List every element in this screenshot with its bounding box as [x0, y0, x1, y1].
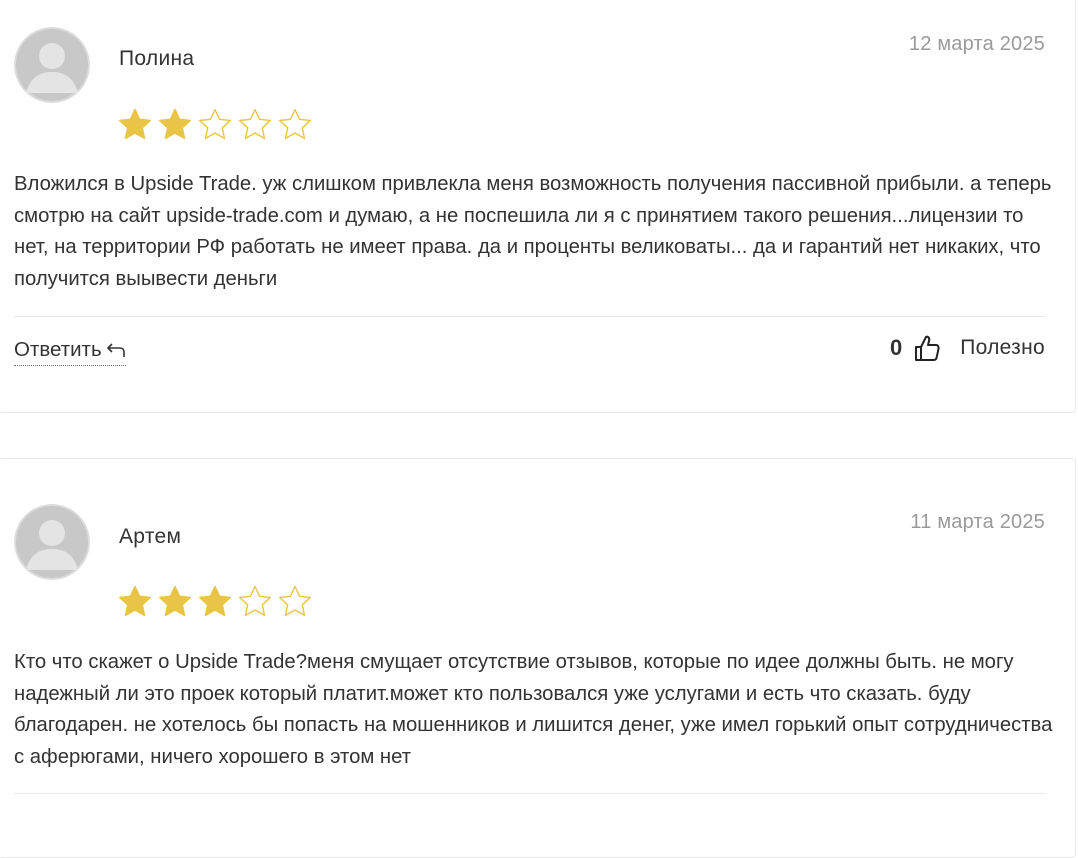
- review-text: Вложился в Upside Trade. уж слишком прив…: [14, 173, 1052, 290]
- star-filled-icon: [158, 108, 192, 140]
- star-empty-icon: [239, 108, 271, 140]
- review-card: Артем 11 марта 2025 Кто что скажет о Ups…: [0, 458, 1076, 858]
- avatar: [14, 27, 90, 103]
- star-filled-icon: [158, 585, 192, 617]
- divider: [14, 316, 1046, 317]
- star-rating: [117, 107, 313, 143]
- star-empty-icon: [199, 108, 231, 140]
- review-author: Полина: [119, 47, 195, 70]
- review-author: Артем: [119, 525, 182, 548]
- star-filled-icon: [118, 585, 152, 617]
- useful-section: 0 Полезно: [890, 334, 1045, 362]
- star-empty-icon: [279, 585, 311, 617]
- like-count: 0: [889, 335, 903, 360]
- star-filled-icon: [118, 108, 152, 140]
- reply-arrow-icon: [106, 343, 125, 357]
- avatar: [14, 504, 90, 580]
- reply-button[interactable]: Ответить: [14, 338, 126, 366]
- star-empty-icon: [239, 585, 271, 617]
- review-date: 11 марта 2025: [910, 511, 1045, 533]
- star-empty-icon: [279, 108, 311, 140]
- reply-label: Ответить: [14, 338, 102, 361]
- useful-label: Полезно: [960, 336, 1045, 359]
- thumbs-up-icon[interactable]: [914, 334, 940, 362]
- review-card: Полина 12 марта 2025 Вложился в Upside T…: [0, 0, 1076, 413]
- review-date: 12 марта 2025: [908, 33, 1045, 55]
- review-text: Кто что скажет о Upside Trade?меня смуща…: [14, 651, 1053, 768]
- star-filled-icon: [198, 585, 232, 617]
- divider: [14, 793, 1046, 794]
- star-rating: [117, 584, 313, 620]
